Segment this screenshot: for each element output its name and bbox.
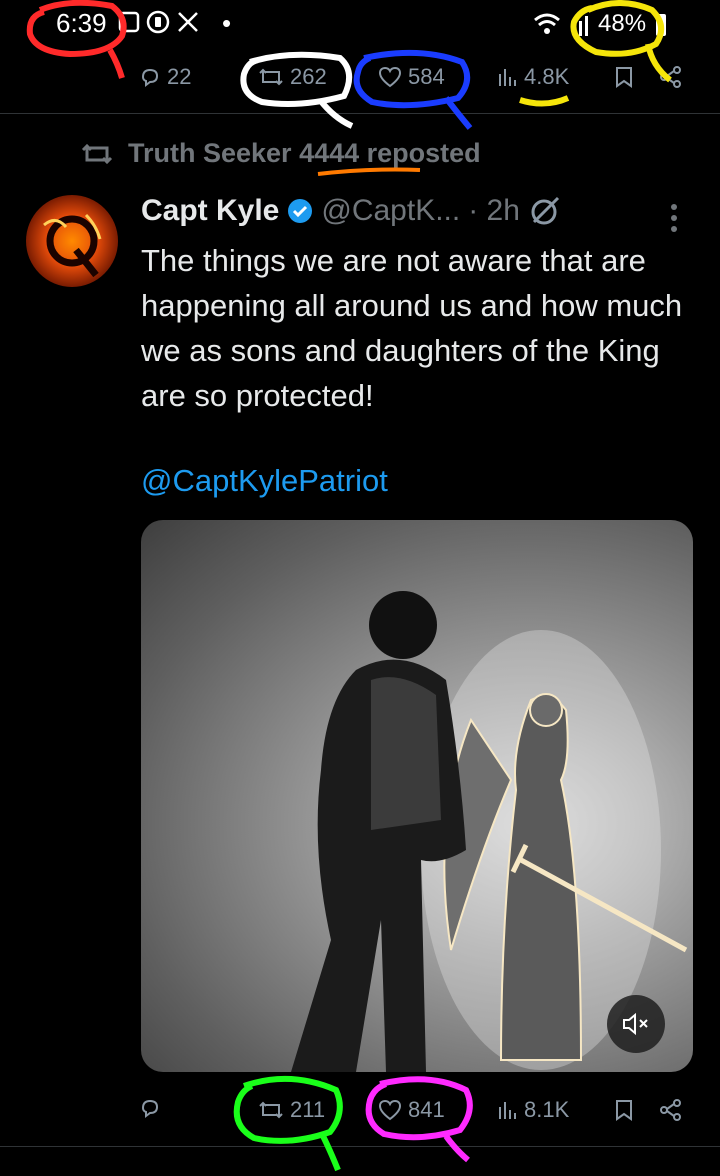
- annotation-repost-circle: [240, 51, 354, 129]
- annotation-battery-circle: [570, 0, 672, 83]
- annotation-like-circle: [353, 49, 473, 130]
- annotation-bottom-like-circle: [365, 1076, 473, 1163]
- annotation-overlay: [26, 0, 672, 1172]
- annotation-username-underline: [317, 167, 421, 176]
- annotation-bottom-repost-circle: [233, 1075, 343, 1172]
- annotation-time-circle: [26, 0, 127, 79]
- annotation-views-underline: [519, 95, 570, 107]
